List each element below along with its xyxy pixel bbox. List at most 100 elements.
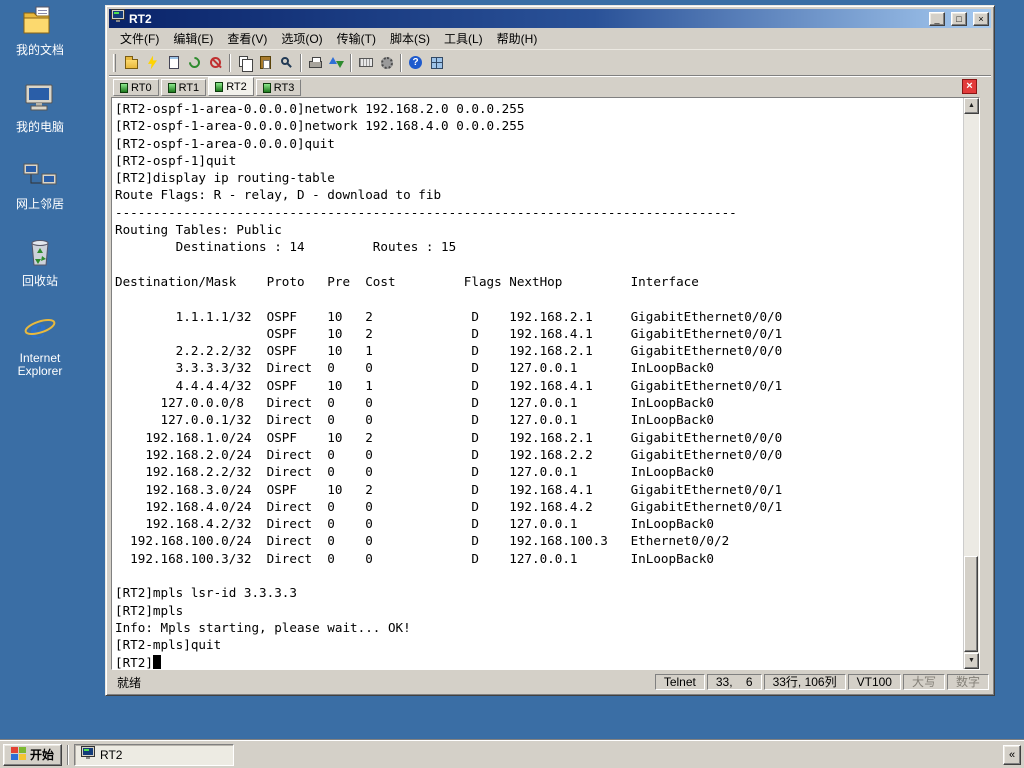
toolbar-separator [350,53,352,72]
maximize-button[interactable]: □ [951,11,967,26]
quick-connect-icon[interactable] [142,52,163,73]
desktop-icon-list: 我的文档 我的电脑 网上邻居 回收站 e Internet Explorer [6,6,74,378]
print-icon-glyph [309,57,322,68]
scroll-up-button[interactable]: ▲ [964,98,979,114]
tab-rt0[interactable]: RT0 [113,79,159,96]
session-tabs-icon[interactable] [426,52,447,73]
start-button[interactable]: 开始 [3,743,63,766]
scroll-down-button[interactable]: ▼ [964,653,979,669]
terminal-cursor [152,654,161,669]
recycle-bin-icon [23,237,57,272]
zmodem-transfer-icon[interactable] [326,52,347,73]
keymap-icon-glyph [358,58,373,67]
toolbar-separator [229,53,231,72]
internet-explorer-icon: e [23,314,57,349]
task-terminal-icon [81,746,96,763]
find-icon-glyph [281,57,289,65]
session-status-icon [167,82,176,93]
scroll-thumb[interactable] [964,556,978,652]
desktop-icon-network-places[interactable]: 网上邻居 [6,160,74,211]
title-bar[interactable]: RT2 _ □ × [109,9,991,28]
paste-icon[interactable] [255,52,276,73]
print-icon[interactable] [305,52,326,73]
menu-options[interactable]: 选项(O) [274,28,329,49]
scroll-track[interactable] [964,114,979,653]
tab-rt1[interactable]: RT1 [160,79,207,96]
desktop-icon-recycle-bin[interactable]: 回收站 [6,237,74,288]
menu-help[interactable]: 帮助(H) [490,28,545,49]
reconnect-icon[interactable] [184,52,205,73]
session-status-icon [215,81,224,92]
zmodem-transfer-icon-glyph [329,55,344,70]
session-status-icon [262,82,271,93]
tab-label: RT0 [131,81,152,94]
my-documents-icon [23,6,57,41]
menu-transfer[interactable]: 传输(T) [330,28,383,49]
help-icon-glyph: ? [409,56,422,69]
status-bar: 就绪 Telnet 33, 6 33行, 106列 VT100 大写 数字 [109,672,991,692]
connect-icon[interactable] [121,52,142,73]
tabs: RT0 RT1 RT2 RT3 [113,77,302,96]
desktop-icon-my-documents[interactable]: 我的文档 [6,6,74,57]
desktop-icon-label: 网上邻居 [15,197,64,211]
menu-file[interactable]: 文件(F) [113,28,166,49]
app-icon [111,9,125,28]
terminal-output[interactable]: [RT2-ospf-1-area-0.0.0.0]network 192.168… [112,98,963,669]
connect-in-tab-icon[interactable] [163,52,184,73]
desktop-icon-label: 我的电脑 [15,120,64,134]
close-button[interactable]: × [973,11,989,26]
minimize-button[interactable]: _ [929,11,945,26]
copy-icon-glyph [239,56,253,72]
taskbar-divider [67,744,70,765]
taskbar-task-rt2[interactable]: RT2 [74,743,235,766]
status-emulation: VT100 [847,674,901,690]
start-button-label: 开始 [30,748,55,762]
tab-rt3[interactable]: RT3 [255,79,302,96]
tab-bar: RT0 RT1 RT2 RT3 × [109,75,991,97]
terminal-scrollbar: ▲ ▼ [963,98,979,669]
connect-in-tab-icon-glyph [168,56,179,69]
toolbar-grip[interactable] [113,53,116,72]
toolbar-separator [300,53,302,72]
notification-chevron-button[interactable]: « [1003,744,1021,765]
disconnect-icon-glyph [210,57,221,68]
task-label: RT2 [100,747,123,762]
session-status-icon [120,82,128,93]
menu-script[interactable]: 脚本(S) [383,28,437,49]
tab-rt2[interactable]: RT2 [208,77,254,96]
status-cursor-position: 33, 6 [706,674,762,690]
reconnect-icon-glyph [186,54,203,71]
desktop-icon-internet-explorer[interactable]: e Internet Explorer [6,314,74,378]
disconnect-icon[interactable] [205,52,226,73]
toolbar-separator [400,53,402,72]
my-computer-icon [23,83,57,118]
help-icon[interactable]: ? [405,52,426,73]
status-num-lock: 数字 [946,674,989,690]
session-options-icon[interactable] [376,52,397,73]
connect-icon-glyph [125,56,138,69]
tab-label: RT1 [178,81,200,94]
menu-view[interactable]: 查看(V) [220,28,274,49]
status-protocol: Telnet [654,674,705,690]
desktop-icon-my-computer[interactable]: 我的电脑 [6,83,74,134]
window-title: RT2 [129,11,152,26]
session-options-icon-glyph [380,56,393,69]
tab-label: RT3 [273,81,295,94]
quick-connect-icon-glyph [148,55,157,70]
status-caps-lock: 大写 [902,674,945,690]
status-terminal-size: 33行, 106列 [763,674,846,690]
menu-edit[interactable]: 编辑(E) [166,28,220,49]
paste-icon-glyph [260,56,271,69]
find-icon[interactable] [276,52,297,73]
terminal-window: RT2 _ □ × 文件(F) 编辑(E) 查看(V) 选项(O) 传输(T) … [105,5,995,696]
network-places-icon [23,160,57,195]
terminal: [RT2-ospf-1-area-0.0.0.0]network 192.168… [111,97,980,670]
close-session-button[interactable]: × [962,79,977,94]
desktop-icon-label: 回收站 [21,274,58,288]
desktop-icon-label: 我的文档 [15,43,64,57]
menu-tools[interactable]: 工具(L) [437,28,490,49]
copy-icon[interactable] [234,52,255,73]
tab-label: RT2 [226,80,247,93]
keymap-icon[interactable] [355,52,376,73]
session-tabs-icon-glyph [430,56,443,69]
